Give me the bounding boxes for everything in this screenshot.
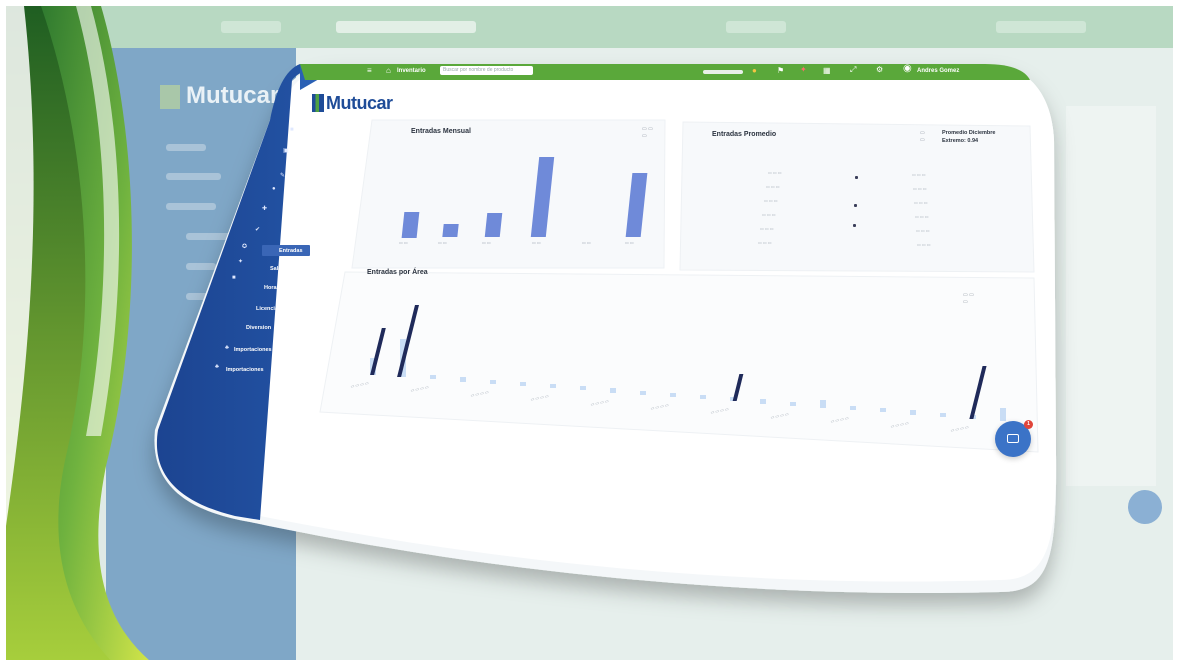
tools-icon: ✚: [262, 206, 268, 212]
promedio-legend-line2: Extremo: 0.94: [942, 138, 979, 144]
mensual-tick-label: ▭ ▭: [482, 240, 491, 245]
area-bar: [820, 399, 826, 408]
mensual-tick-label: ▭ ▭: [532, 240, 541, 245]
sidebar-item-importaciones-2[interactable]: Importaciones: [226, 367, 264, 373]
home-icon[interactable]: ⌂: [386, 66, 391, 75]
user-name[interactable]: Andres Gomez: [917, 68, 959, 74]
header-progress: [703, 70, 743, 74]
promedio-legend-swatch: ▭ ▭: [920, 130, 925, 143]
search-icon[interactable]: ⌕: [527, 65, 531, 73]
sidebar-item-cambios-usuarios[interactable]: Cambios Usuarios: [284, 230, 332, 236]
area-bar: [760, 399, 766, 404]
app-logo: Mutucar: [312, 93, 393, 114]
promedio-axis-marker: ▭ ▭ ▭: [917, 242, 931, 247]
mensual-tick-label: ▭ ▭: [582, 240, 591, 245]
sidebar-item-entradas[interactable]: Entradas: [279, 248, 303, 254]
sidebar-item-dashboard[interactable]: Dashboard: [303, 137, 332, 143]
search-input[interactable]: Buscar por nombre de producto: [440, 66, 533, 75]
mensual-bar: [441, 223, 459, 237]
device-frame: [154, 64, 1057, 594]
info-icon: ▣: [283, 148, 289, 154]
box-icon: ●: [272, 186, 276, 192]
menu-icon[interactable]: ≡: [367, 66, 372, 75]
logo-icon: [312, 94, 324, 112]
promedio-axis-marker: ▭ ▭ ▭: [764, 198, 778, 203]
area-bar: [790, 401, 796, 406]
flag-icon[interactable]: ⚑: [777, 66, 784, 75]
users-icon: ✔: [255, 227, 261, 233]
mensual-tick-label: ▭ ▭: [438, 240, 447, 245]
gear-icon[interactable]: ⚙: [876, 65, 883, 74]
expand-icon[interactable]: ⤢: [850, 65, 856, 75]
clock-icon: ■: [232, 275, 236, 281]
home-icon: ■: [290, 127, 294, 133]
area-bar: [640, 390, 646, 395]
promedio-legend-line1: Promedio Diciembre: [942, 130, 996, 136]
sidebar-item-horas-extras[interactable]: Horas Extras: [264, 285, 298, 291]
mensual-tick-label: ▭ ▭: [625, 240, 634, 245]
area-bar: [430, 375, 436, 380]
mensual-bar: [485, 212, 503, 237]
area-bar: [700, 394, 706, 400]
sidebar-item-diversion[interactable]: Diversion: [246, 325, 271, 331]
card-title-area: Entradas por Área: [367, 269, 428, 276]
sidebar-item-informacion[interactable]: Informacion: [298, 156, 329, 162]
promedio-axis-marker: ▭ ▭ ▭: [768, 170, 782, 175]
promedio-axis-marker: ▭ ▭ ▭: [916, 228, 930, 233]
import-icon: ♣: [225, 345, 229, 351]
area-bar: [940, 412, 946, 417]
sidebar-item-licencias[interactable]: Licencias: [256, 306, 281, 312]
chat-icon: [1007, 434, 1019, 443]
import-icon: ♣: [215, 364, 219, 370]
promedio-axis-marker: ▭ ▭ ▭: [766, 184, 780, 189]
area-bar: [490, 379, 496, 384]
grid-icon[interactable]: ▦: [823, 66, 831, 75]
promedio-axis-marker: ▭ ▭ ▭: [760, 226, 774, 231]
promedio-point: [852, 224, 856, 227]
sidebar-item-productos[interactable]: Productos: [290, 193, 317, 199]
mensual-tick-label: ▭ ▭: [399, 240, 408, 245]
area-bar: [610, 388, 616, 393]
notification-icon[interactable]: ●: [752, 66, 757, 75]
mensual-bar: [401, 211, 420, 237]
arrow-out-icon: ✦: [238, 259, 244, 265]
sidebar-item-equipos[interactable]: Equipos: [288, 212, 310, 218]
area-legend: ▭ ▭ ▭: [963, 292, 974, 305]
promedio-axis-marker: ▭ ▭ ▭: [913, 186, 927, 191]
promedio-axis-marker: ▭ ▭ ▭: [915, 214, 929, 219]
area-bar: [670, 392, 676, 397]
area-bar: [1000, 408, 1006, 422]
card-title-promedio: Entradas Promedio: [712, 131, 777, 138]
alert-icon[interactable]: ✦: [800, 65, 807, 74]
mensual-legend: ▭ ▭ ▭: [642, 126, 653, 139]
promedio-point: [853, 204, 857, 207]
sidebar-item-importaciones[interactable]: Importaciones: [234, 347, 272, 353]
wrench-icon: ✎: [280, 173, 286, 179]
sidebar-item-repuestos[interactable]: Repuestos: [296, 175, 324, 181]
sidebar-item-salidas[interactable]: Salidas: [270, 266, 289, 272]
area-bar: [580, 386, 586, 391]
promedio-axis-marker: ▭ ▭ ▭: [758, 240, 772, 245]
arrow-in-icon: ✪: [242, 244, 248, 250]
promedio-point: [855, 176, 859, 179]
card-title-mensual: Entradas Mensual: [411, 128, 471, 135]
area-bar: [550, 383, 556, 389]
area-bar: [910, 410, 916, 415]
promedio-axis-marker: ▭ ▭ ▭: [914, 200, 928, 205]
fab-notification-badge: 1: [1024, 420, 1033, 429]
user-avatar-icon[interactable]: ◉: [903, 63, 912, 74]
area-bar: [850, 405, 856, 411]
area-bar: [880, 408, 886, 413]
header-section-label[interactable]: Inventario: [397, 68, 426, 74]
area-bar: [460, 377, 466, 382]
promedio-axis-marker: ▭ ▭ ▭: [912, 172, 926, 177]
area-bar: [520, 381, 526, 386]
promedio-axis-marker: ▭ ▭ ▭: [762, 212, 776, 217]
